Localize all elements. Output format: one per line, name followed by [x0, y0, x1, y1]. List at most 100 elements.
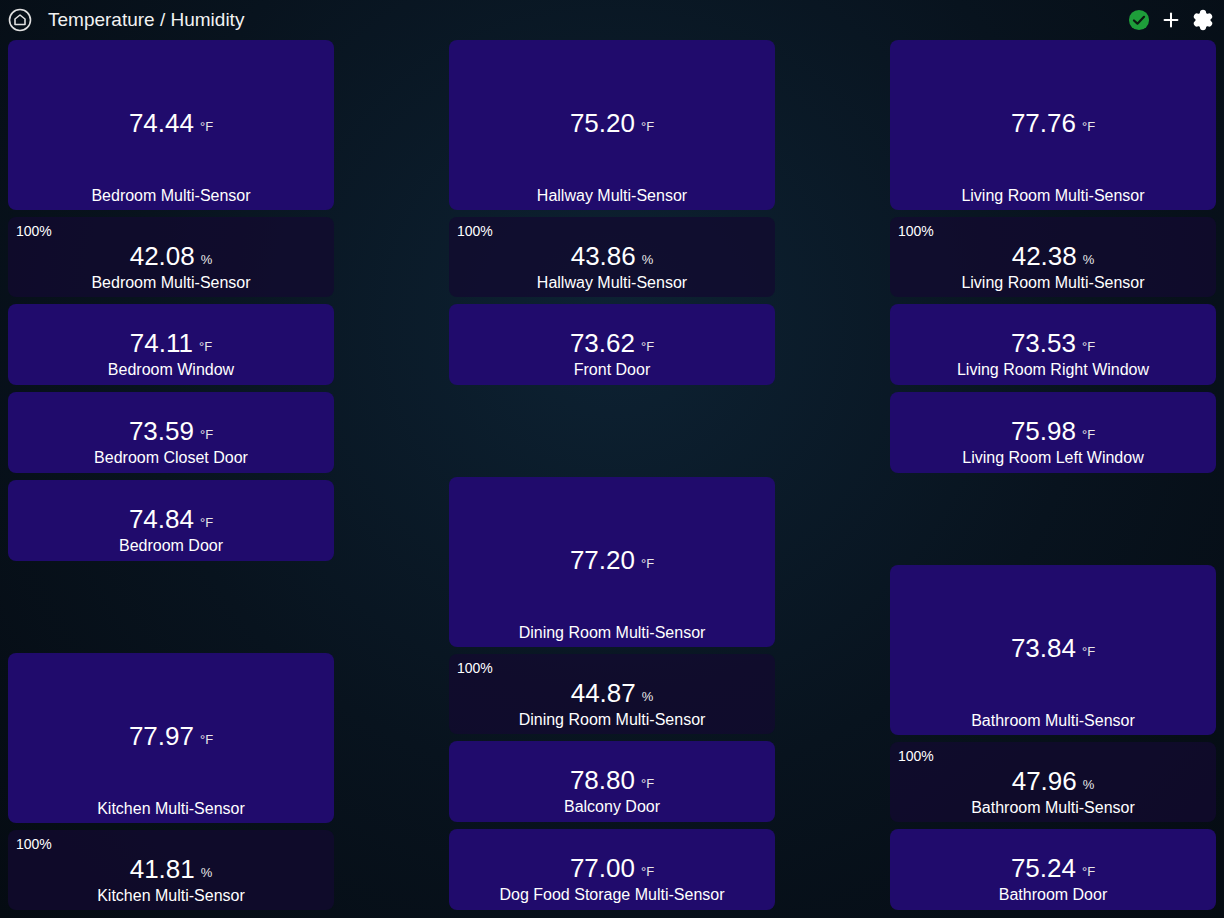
toolbar [1128, 9, 1214, 31]
sensor-value: 75.20 [570, 106, 635, 140]
sensor-reading: 74.11°F [130, 326, 212, 360]
sensor-value: 47.96 [1012, 764, 1077, 798]
sensor-value: 41.81 [130, 852, 195, 886]
sensor-reading: 75.20°F [570, 60, 654, 186]
sensor-card[interactable]: 77.76°F Living Room Multi-Sensor [890, 40, 1216, 210]
sensor-unit: °F [200, 110, 213, 144]
sensor-card[interactable]: 73.84°FBathroom Multi-Sensor [890, 565, 1216, 735]
sensor-name: Dog Food Storage Multi-Sensor [500, 885, 725, 905]
sensor-card[interactable]: 74.11°FBedroom Window [8, 304, 334, 385]
sensor-card[interactable]: 100%42.38%Living Room Multi-Sensor [890, 217, 1216, 297]
sensor-reading: 75.98°F [1011, 414, 1095, 448]
sensor-unit: °F [641, 767, 654, 801]
plus-icon[interactable] [1160, 9, 1182, 31]
sensor-card[interactable]: 77.00°FDog Food Storage Multi-Sensor [449, 829, 775, 910]
sensor-card[interactable]: 77.20°F Dining Room Multi-Sensor [449, 477, 775, 647]
sensor-unit: % [642, 680, 654, 714]
connection-status-icon[interactable] [1128, 9, 1150, 31]
sensor-reading: 73.53°F [1011, 326, 1095, 360]
sensor-reading: 74.44°F [129, 60, 213, 186]
sensor-card[interactable]: 100%42.08%Bedroom Multi-Sensor [8, 217, 334, 297]
sensor-value: 77.76 [1011, 106, 1076, 140]
sensor-card[interactable]: 100% 41.81%Kitchen Multi-Sensor [8, 830, 334, 910]
dashboard: Temperature / Humidity74.44°FBedroom Mul… [0, 0, 1224, 918]
sensor-unit: °F [1082, 635, 1095, 669]
card-column: 75.20°FHallway Multi-Sensor100%43.86%Hal… [449, 40, 775, 910]
sensor-reading: 77.00°F [570, 851, 654, 885]
sensor-card[interactable]: 75.24°FBathroom Door [890, 829, 1216, 910]
sensor-name: Bedroom Window [108, 360, 234, 380]
sensor-unit: °F [200, 506, 213, 540]
sensor-value: 73.53 [1011, 326, 1076, 360]
sensor-name: Living Room Multi-Sensor [961, 273, 1144, 293]
sensor-unit: % [1083, 243, 1095, 277]
sensor-value: 42.08 [130, 239, 195, 273]
sensor-value: 44.87 [571, 676, 636, 710]
sensor-value: 43.86 [571, 239, 636, 273]
battery-level: 100% [898, 748, 934, 764]
sensor-reading: 74.84°F [129, 502, 213, 536]
sensor-reading: 73.84°F [1011, 585, 1095, 711]
sensor-name: Dining Room Multi-Sensor [519, 710, 706, 730]
sensor-card[interactable]: 74.84°FBedroom Door [8, 480, 334, 561]
sensor-unit: °F [1082, 110, 1095, 144]
sensor-reading: 44.87% [571, 676, 654, 710]
sensor-card[interactable]: 75.20°FHallway Multi-Sensor [449, 40, 775, 210]
sensor-unit: °F [641, 110, 654, 144]
sensor-name: Hallway Multi-Sensor [537, 186, 687, 206]
top-bar: Temperature / Humidity [0, 0, 1224, 40]
sensor-name: Kitchen Multi-Sensor [97, 886, 245, 906]
sensor-name: Bedroom Multi-Sensor [91, 273, 250, 293]
sensor-card[interactable]: 75.98°FLiving Room Left Window [890, 392, 1216, 473]
card-group: 77.97°FKitchen Multi-Sensor100%41.81%Kit… [8, 653, 334, 910]
sensor-value: 77.20 [570, 543, 635, 577]
sensor-card[interactable]: 100%47.96%Bathroom Multi-Sensor [890, 742, 1216, 822]
card-group: 77.20°FDining Room Multi-Sensor100%44.87… [449, 477, 775, 910]
sensor-name: Bedroom Closet Door [94, 448, 248, 468]
battery-level: 100% [16, 836, 52, 852]
sensor-unit: °F [641, 855, 654, 889]
sensor-card[interactable]: 78.80°FBalcony Door [449, 741, 775, 822]
sensor-unit: % [201, 856, 213, 890]
home-assistant-logo-icon[interactable] [8, 8, 32, 32]
card-column: 77.76°FLiving Room Multi-Sensor100%42.38… [890, 40, 1216, 910]
battery-level: 100% [457, 223, 493, 239]
sensor-card[interactable]: 74.44°FBedroom Multi-Sensor [8, 40, 334, 210]
sensor-name: Bathroom Multi-Sensor [971, 711, 1135, 731]
sensor-value: 74.11 [130, 326, 193, 360]
sensor-name: Kitchen Multi-Sensor [97, 799, 245, 819]
sensor-value: 73.62 [570, 326, 635, 360]
sensor-card[interactable]: 100%43.86%Hallway Multi-Sensor [449, 217, 775, 297]
card-group: 75.20°FHallway Multi-Sensor100%43.86%Hal… [449, 40, 775, 385]
battery-level: 100% [457, 660, 493, 676]
sensor-reading: 75.24°F [1011, 851, 1095, 885]
sensor-card[interactable]: 73.59°FBedroom Closet Door [8, 392, 334, 473]
card-group: 73.84°FBathroom Multi-Sensor100%47.96%Ba… [890, 565, 1216, 910]
sensor-unit: % [201, 243, 213, 277]
sensor-unit: °F [641, 547, 654, 581]
sensor-name: Bathroom Multi-Sensor [971, 798, 1135, 818]
card-group: 77.76°FLiving Room Multi-Sensor100%42.38… [890, 40, 1216, 473]
card-column: 74.44°FBedroom Multi-Sensor100%42.08%Bed… [8, 40, 334, 910]
sensor-card[interactable]: 73.62°FFront Door [449, 304, 775, 385]
sensor-value: 75.24 [1011, 851, 1076, 885]
sensor-card[interactable]: 73.53°FLiving Room Right Window [890, 304, 1216, 385]
sensor-reading: 77.97°F [129, 673, 213, 799]
sensor-value: 74.84 [129, 502, 194, 536]
sensor-name: Bedroom Multi-Sensor [91, 186, 250, 206]
sensor-reading: 73.59°F [129, 414, 213, 448]
sensor-value: 77.00 [570, 851, 635, 885]
sensor-name: Front Door [574, 360, 650, 380]
sensor-unit: °F [199, 330, 212, 364]
sensor-unit: °F [641, 330, 654, 364]
gear-icon[interactable] [1192, 9, 1214, 31]
sensor-name: Living Room Multi-Sensor [961, 186, 1144, 206]
sensor-card[interactable]: 100% 44.87%Dining Room Multi-Sensor [449, 654, 775, 734]
sensor-name: Dining Room Multi-Sensor [519, 623, 706, 643]
sensor-reading: 42.38% [1012, 239, 1095, 273]
sensor-card[interactable]: 77.97°FKitchen Multi-Sensor [8, 653, 334, 823]
sensor-name: Bedroom Door [119, 536, 223, 556]
sensor-name: Living Room Left Window [962, 448, 1143, 468]
sensor-value: 73.59 [129, 414, 194, 448]
sensor-value: 42.38 [1012, 239, 1077, 273]
